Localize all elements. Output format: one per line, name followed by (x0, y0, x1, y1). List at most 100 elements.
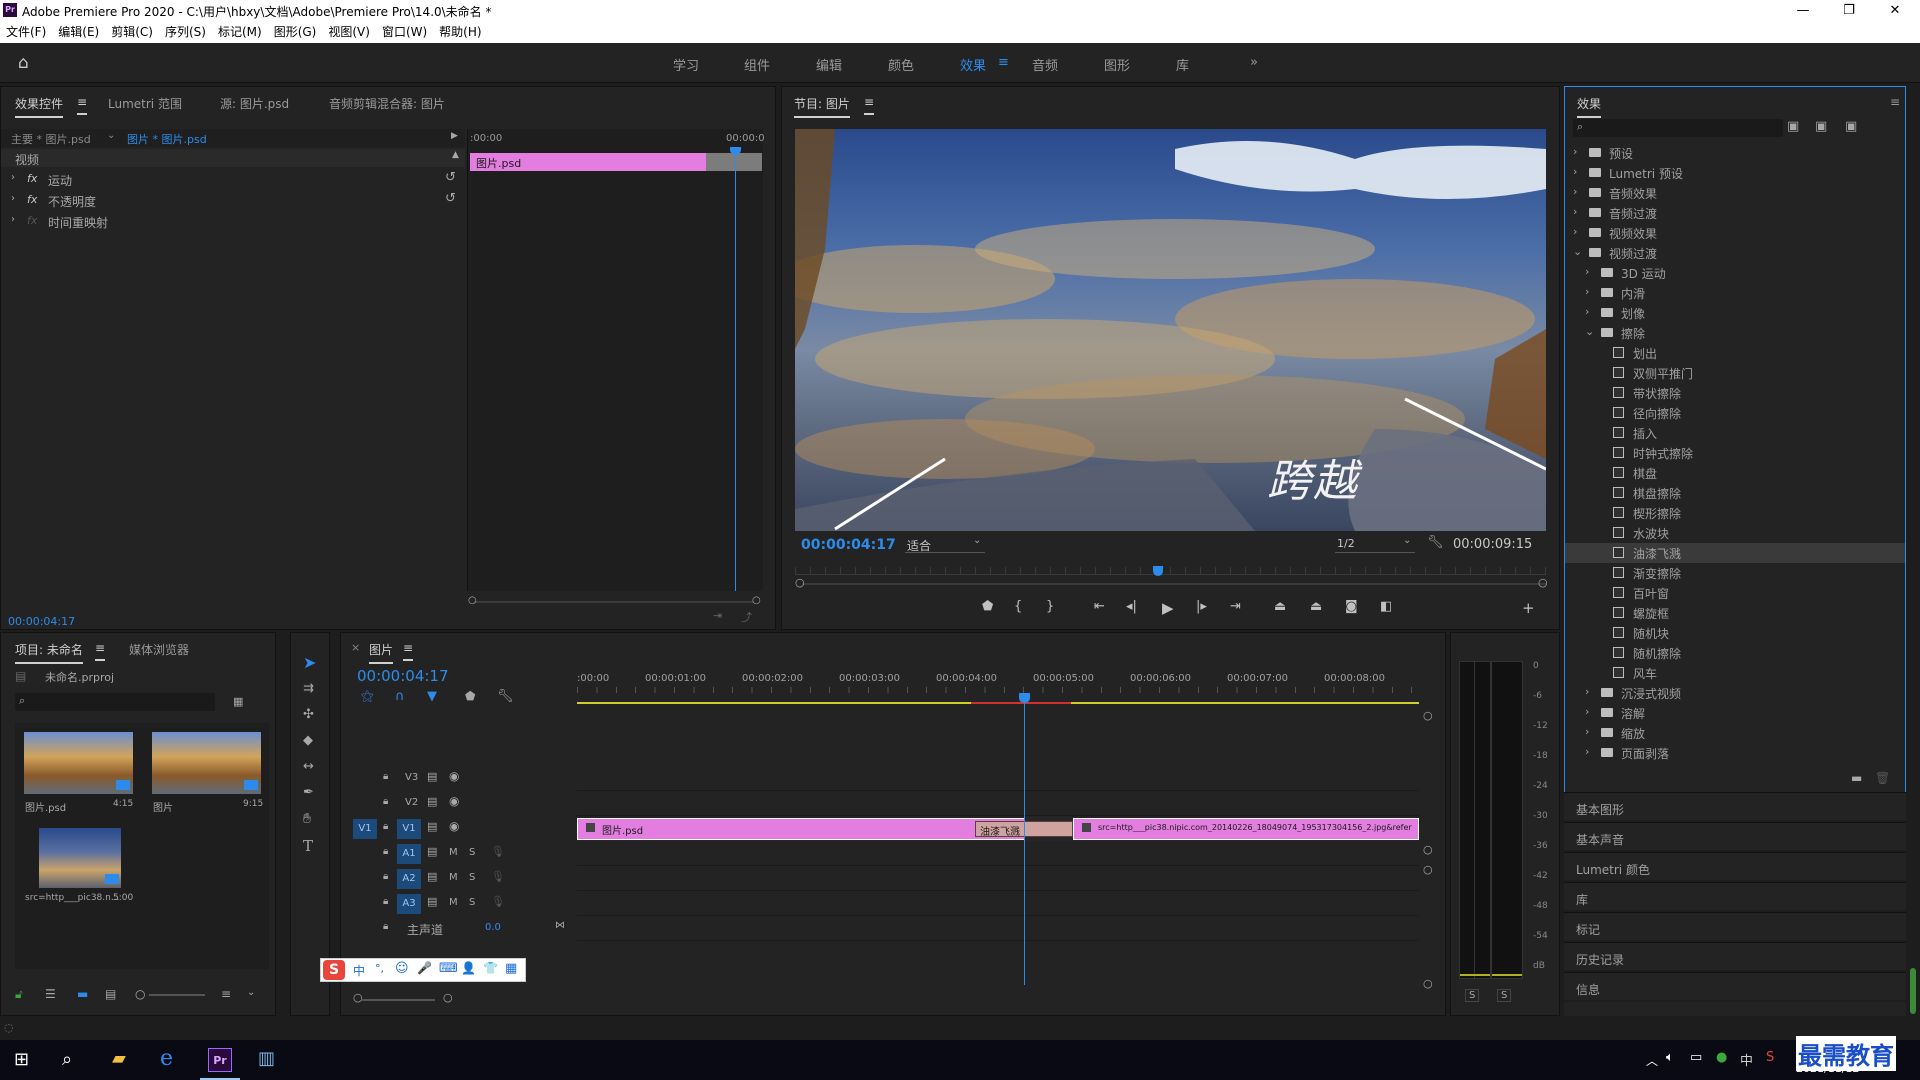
lock-icon[interactable]: 🔒︎ (383, 821, 388, 832)
tab-effect-controls[interactable]: 效果控件 (15, 95, 64, 118)
track-label[interactable]: A1 (397, 844, 421, 864)
program-zoom-bar[interactable] (802, 583, 1546, 585)
input-method-icon[interactable]: 中 (1740, 1050, 1753, 1069)
effects-tree-item[interactable]: 百叶窗 (1565, 583, 1905, 603)
sogou-tray-icon[interactable]: S (1766, 1050, 1774, 1065)
chevron-right-icon[interactable]: › (1585, 705, 1589, 718)
effects-tree-item[interactable]: 时钟式擦除 (1565, 443, 1905, 463)
effects-tree-item[interactable]: 油漆飞溅 (1565, 543, 1905, 563)
zoom-handle-left-icon[interactable]: ○ (353, 991, 363, 1004)
resolution-dropdown[interactable]: 1/2 ⌄ (1335, 535, 1415, 553)
filter-icon[interactable]: ⇥ (713, 609, 722, 622)
solo-button[interactable]: S (469, 847, 475, 858)
slip-tool-icon[interactable]: ↔ (303, 759, 314, 774)
wrench-icon[interactable]: 🔧︎ (497, 689, 514, 704)
chevron-down-icon[interactable]: ⌄ (247, 987, 255, 998)
premiere-taskbar-icon[interactable]: Pr (208, 1048, 232, 1072)
edge-browser-icon[interactable]: e (160, 1046, 173, 1071)
mic-icon[interactable]: 🎙︎ (491, 870, 505, 883)
ripple-edit-tool-icon[interactable]: ✣ (303, 707, 314, 722)
effects-tree-item[interactable]: 随机擦除 (1565, 643, 1905, 663)
project-search-input[interactable]: ⌕ (15, 693, 215, 711)
panel-menu-icon[interactable]: ≡ (1890, 95, 1900, 109)
effects-tree-item[interactable]: 划出 (1565, 343, 1905, 363)
scroll-handle-left-icon[interactable]: ○ (468, 595, 477, 606)
effects-tree-item[interactable]: › 划像 (1565, 303, 1905, 323)
menu-file[interactable]: 文件(F) (0, 21, 52, 43)
eye-icon[interactable]: ◉ (449, 819, 459, 833)
ec-clip-bar[interactable]: 图片.psd (470, 153, 706, 171)
chevron-right-icon[interactable]: › (1573, 165, 1577, 178)
program-ruler[interactable] (795, 567, 1546, 575)
timeline-sequence-tab[interactable]: 图片 (369, 641, 394, 664)
sort-icon[interactable]: ≡ (221, 987, 231, 1001)
scroll-handle-icon[interactable]: ○ (1423, 709, 1433, 722)
mute-button[interactable]: M (449, 872, 458, 883)
effects-panel-title[interactable]: 效果 (1577, 95, 1602, 118)
chevron-right-icon[interactable]: › (1573, 185, 1577, 198)
mute-button[interactable]: M (449, 897, 458, 908)
go-to-out-icon[interactable]: ⇥ (1230, 599, 1241, 614)
go-to-edit-icon[interactable]: ⋈ (555, 920, 565, 931)
libraries-section[interactable]: 库 (1564, 882, 1906, 910)
snap-icon[interactable]: ⚝ (361, 689, 374, 704)
menu-graphics[interactable]: 图形(G) (268, 21, 323, 43)
ime-toolbox-icon[interactable]: ▦ (505, 961, 517, 976)
workspace-libraries[interactable]: 库 (1176, 55, 1189, 74)
zoom-slider-handle-icon[interactable]: ○ (135, 987, 145, 1001)
project-thumb-jpg[interactable] (39, 828, 121, 888)
chevron-down-icon[interactable]: ⌄ (1585, 325, 1594, 338)
play-icon[interactable]: ▶ (1162, 599, 1174, 617)
mark-in-icon[interactable]: { (1014, 599, 1022, 614)
clip-jpg[interactable]: src=http___pic38.nipic.com_20140226_1804… (1073, 818, 1419, 840)
reset-icon[interactable]: ↺ (445, 170, 456, 185)
lock-icon[interactable]: 🔒︎ (383, 846, 388, 857)
nested-sequence-icon[interactable]: ▼ (427, 689, 437, 704)
lock-icon[interactable]: 🔒︎ (383, 921, 388, 932)
sync-lock-icon[interactable]: ▤ (427, 895, 437, 908)
chevron-right-icon[interactable]: › (11, 193, 15, 204)
effects-tree-item[interactable]: 插入 (1565, 423, 1905, 443)
chevron-right-icon[interactable]: › (1585, 265, 1589, 278)
menu-sequence[interactable]: 序列(S) (159, 21, 212, 43)
timeline-ruler[interactable]: :00:00 00:00:01:00 00:00:02:00 00:00:03:… (577, 673, 1419, 705)
ime-keyboard-icon[interactable]: ⌨ (439, 961, 458, 976)
project-thumb-psd[interactable] (24, 732, 133, 794)
history-section[interactable]: 历史记录 (1564, 942, 1906, 970)
effects-tree-item[interactable]: 随机块 (1565, 623, 1905, 643)
program-timecode[interactable]: 00:00:04:17 (801, 537, 896, 553)
security-icon[interactable]: ● (1716, 1050, 1727, 1065)
effects-tree-item[interactable]: › 缩放 (1565, 723, 1905, 743)
effects-tree-item[interactable]: 风车 (1565, 663, 1905, 683)
file-explorer-icon[interactable]: ▰ (112, 1048, 126, 1069)
add-marker-icon[interactable]: ⬟ (465, 689, 475, 703)
more-workspaces-icon[interactable]: » (1250, 55, 1258, 70)
sequence-clip-label[interactable]: 图片 * 图片.psd (127, 131, 207, 147)
linked-selection-icon[interactable]: ∩ (395, 689, 405, 704)
source-patch-v1[interactable]: V1 (353, 819, 377, 839)
master-volume-value[interactable]: 0.0 (485, 922, 501, 933)
effects-tree-item[interactable]: › 3D 运动 (1565, 263, 1905, 283)
effects-tree-item[interactable]: 水波块 (1565, 523, 1905, 543)
restore-icon[interactable]: ❐ (1826, 0, 1872, 21)
new-search-bin-icon[interactable]: ▦ (233, 695, 243, 708)
program-monitor-title[interactable]: 节目: 图片 (794, 95, 850, 118)
windows-start-icon[interactable]: ⊞ (14, 1049, 29, 1070)
track-lane-a3[interactable] (577, 892, 1419, 916)
delete-icon[interactable]: 🗑︎ (1875, 771, 1890, 785)
menu-edit[interactable]: 编辑(E) (52, 21, 105, 43)
panel-menu-icon[interactable]: ≡ (95, 641, 106, 661)
eye-icon[interactable]: ◉ (449, 769, 459, 783)
chevron-up-icon[interactable]: ︿ (1646, 1052, 1658, 1069)
chevron-right-icon[interactable]: › (11, 214, 15, 225)
lock-icon[interactable]: 🔒︎ (383, 896, 388, 907)
project-thumb-sequence[interactable] (152, 732, 261, 794)
track-label[interactable]: V1 (397, 819, 421, 839)
effects-tree-item[interactable]: › 音频过渡 (1565, 203, 1905, 223)
effects-tree-item[interactable]: ⌄ 擦除 (1565, 323, 1905, 343)
effects-tree-item[interactable]: 螺旋框 (1565, 603, 1905, 623)
fit-dropdown[interactable]: 适合 ⌄ (905, 535, 985, 553)
effects-tree-item[interactable]: › Lumetri 预设 (1565, 163, 1905, 183)
sync-lock-icon[interactable]: ▤ (427, 820, 437, 833)
effects-tree-item[interactable]: 带状擦除 (1565, 383, 1905, 403)
